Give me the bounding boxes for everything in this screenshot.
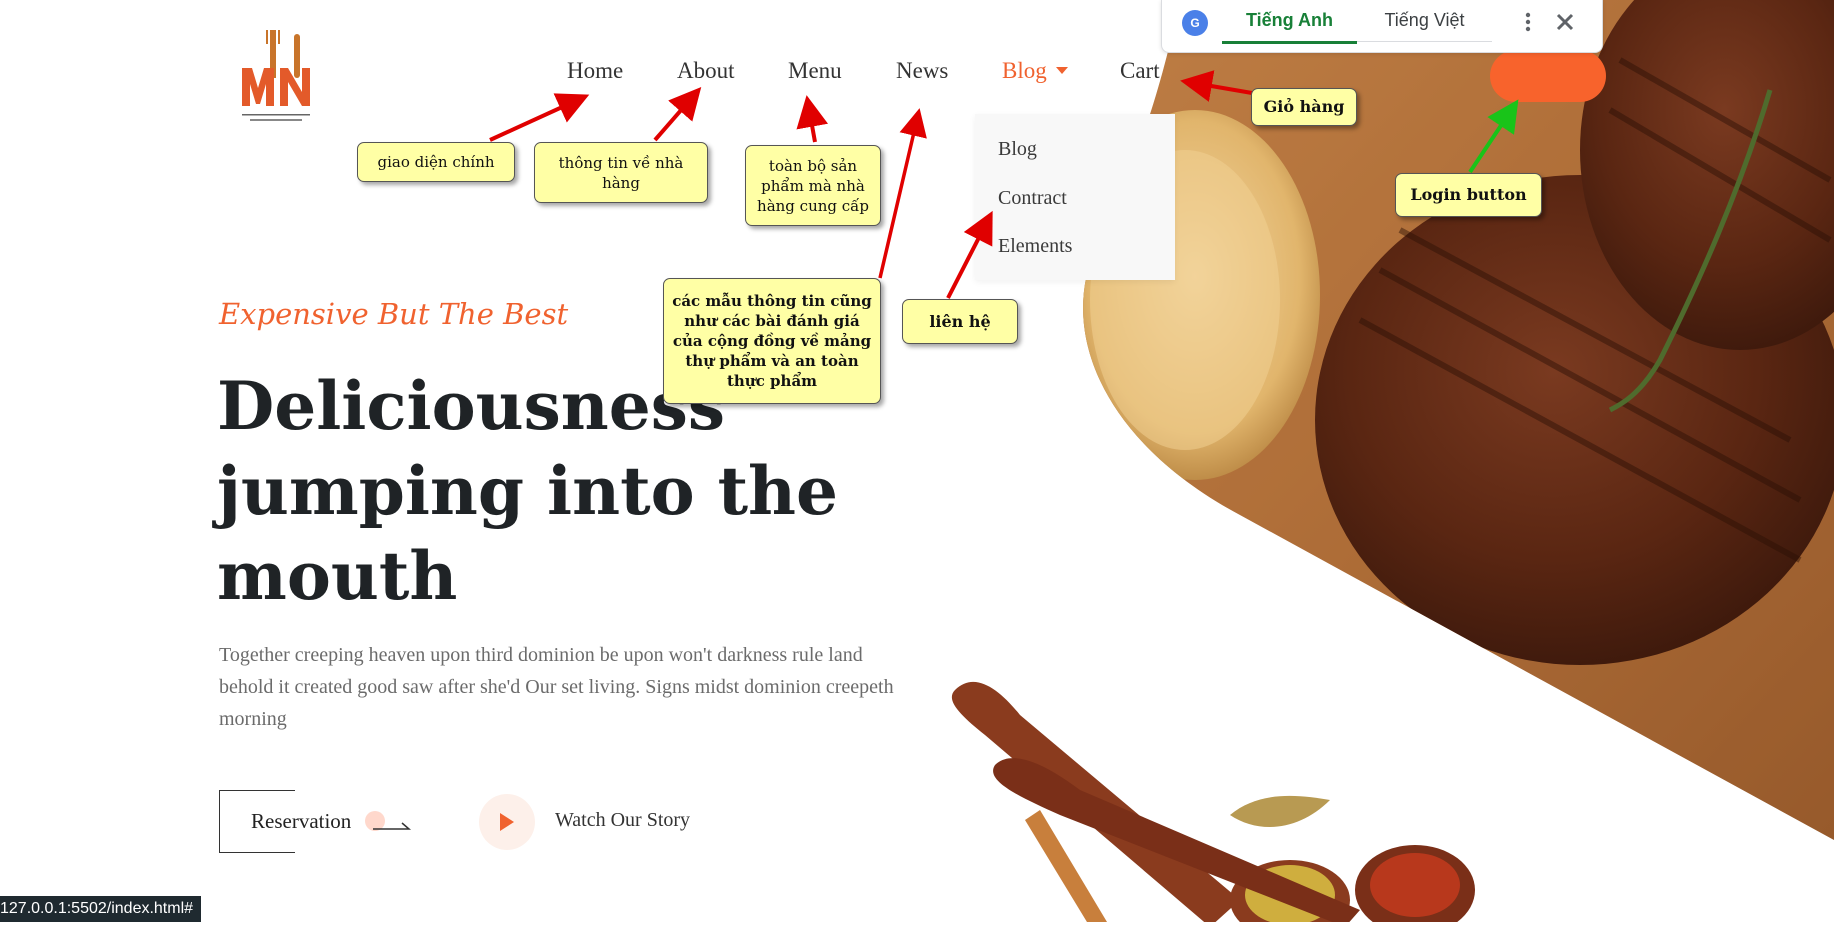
google-translate-icon[interactable]: G (1182, 10, 1208, 36)
hero-description: Together creeping heaven upon third domi… (219, 644, 894, 730)
annotation-home: giao diện chính (357, 142, 515, 182)
tab-vietnamese[interactable]: Tiếng Việt (1357, 0, 1492, 42)
watch-our-story-link[interactable]: Watch Our Story (555, 809, 690, 832)
close-icon[interactable] (1551, 8, 1579, 36)
arrow-right-icon (373, 822, 412, 830)
nav-about[interactable]: About (677, 58, 735, 84)
reservation-label[interactable]: Reservation (251, 809, 351, 834)
hero-tagline: Expensive But The Best (219, 297, 569, 331)
dropdown-item-blog[interactable]: Blog (998, 138, 1037, 161)
annotation-menu: toàn bộ sản phẩm mà nhà hàng cung cấp (745, 145, 881, 226)
tab-english[interactable]: Tiếng Anh (1222, 0, 1357, 44)
play-button[interactable] (479, 794, 535, 850)
dropdown-item-elements[interactable]: Elements (998, 235, 1072, 258)
nav-home[interactable]: Home (567, 58, 623, 84)
login-button[interactable] (1490, 50, 1606, 102)
caret-down-icon (1055, 67, 1068, 75)
nav-cart[interactable]: Cart (1120, 58, 1160, 84)
more-vertical-icon[interactable] (1515, 8, 1541, 36)
nav-menu[interactable]: Menu (788, 58, 842, 84)
restaurant-logo[interactable] (236, 26, 328, 128)
nav-blog-label: Blog (1002, 58, 1047, 83)
window-edge-right (1834, 0, 1844, 927)
dropdown-item-contract[interactable]: Contract (998, 187, 1067, 210)
annotation-cart: Giỏ hàng (1251, 88, 1357, 126)
translate-bar: G Tiếng Anh Tiếng Việt (1161, 0, 1603, 53)
status-url: 127.0.0.1:5502/index.html# (0, 896, 202, 922)
annotation-contract: liên hệ (902, 299, 1018, 344)
annotation-about: thông tin về nhà hàng (534, 142, 708, 203)
window-edge-bottom (0, 922, 1844, 927)
blog-dropdown: Blog Contract Elements (975, 114, 1175, 280)
nav-news[interactable]: News (896, 58, 948, 84)
annotation-login: Login button (1395, 173, 1542, 217)
nav-blog[interactable]: Blog (1002, 58, 1068, 84)
play-icon (500, 813, 514, 831)
annotation-news: các mẫu thông tin cũng như các bài đánh … (663, 278, 881, 404)
